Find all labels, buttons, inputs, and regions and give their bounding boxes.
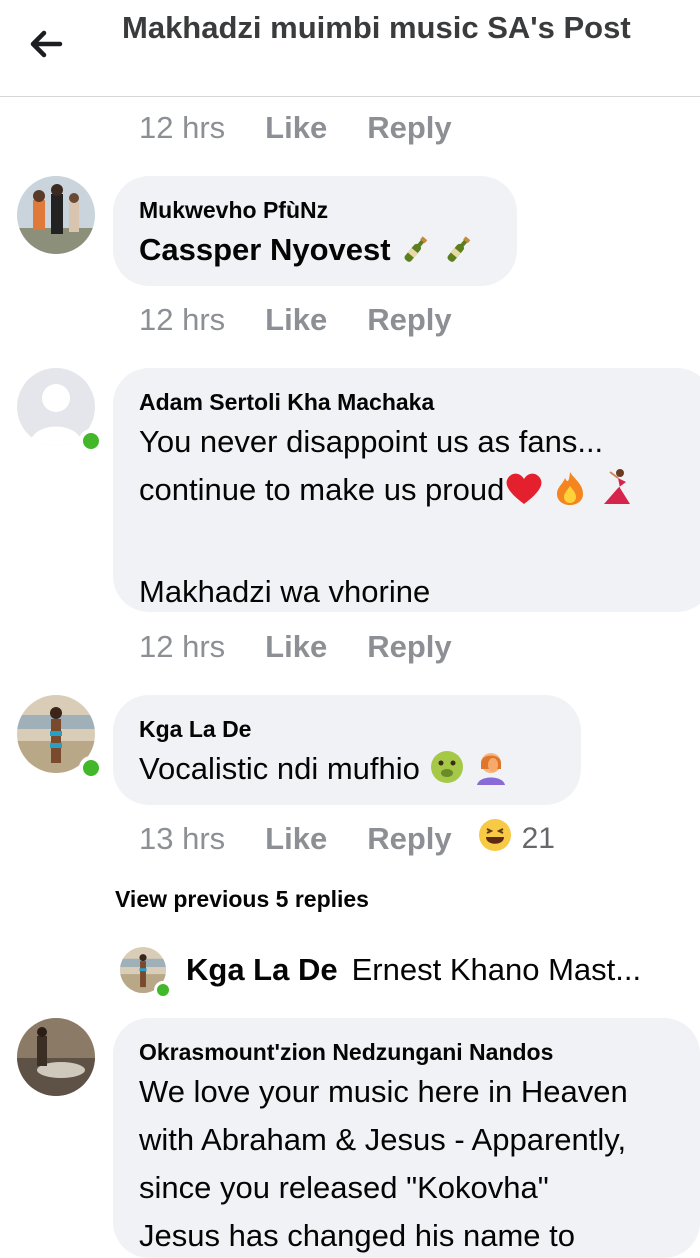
comment-text-line: since you released "Kokovha" [139,1170,549,1205]
comment-author[interactable]: Adam Sertoli Kha Machaka [139,388,687,416]
comment-text: Cassper Nyovest [139,227,491,278]
comment-text-line: You never disappoint us as fans... [139,424,604,459]
comment-actions: 12 hrs Like Reply [139,300,492,340]
page-title: Makhadzi muimbi music SA's Post [122,10,631,45]
avatar[interactable] [17,176,95,254]
reaction-count: 21 [521,822,555,855]
comment-actions: 12 hrs Like Reply [139,108,492,148]
avatar[interactable] [17,1018,95,1096]
comment-text-line: Jesus has changed his name to [139,1218,575,1253]
reply-button[interactable]: Reply [367,302,451,338]
woman-facepalming-icon [473,749,509,797]
dancer-icon [596,468,636,518]
like-button[interactable]: Like [265,629,327,665]
reply-text: Ernest Khano Mast... [351,952,642,987]
comment-text-line: We love your music here in Heaven [139,1074,628,1109]
comment-actions: 12 hrs Like Reply [139,627,492,667]
comment-text: Vocalistic ndi mufhio [139,746,555,797]
comment-bubble[interactable]: Mukwevho PfùNz Cassper Nyovest [113,176,517,286]
reply-author[interactable]: Kga La De [186,952,338,988]
online-status-dot [79,429,103,453]
comment-author[interactable]: Okrasmount'zion Nedzungani Nandos [139,1038,674,1066]
like-button[interactable]: Like [265,110,327,146]
online-status-dot [79,756,103,780]
comment-bubble[interactable]: Adam Sertoli Kha Machaka You never disap… [113,368,700,612]
comment-time: 13 hrs [139,821,226,856]
reply-preview[interactable]: Kga La De Ernest Khano Mast... [120,940,680,1000]
comment-time: 12 hrs [139,110,226,145]
comment-bubble[interactable]: Kga La De Vocalistic ndi mufhio [113,695,581,805]
comment-actions: 13 hrs Like Reply 21 [139,819,555,859]
post-header: Makhadzi muimbi music SA's Post [0,0,700,97]
bottle-with-popping-cork-icon [442,232,476,278]
comment-time: 12 hrs [139,629,226,664]
reply-button[interactable]: Reply [367,629,451,665]
red-heart-icon [504,470,544,518]
nauseated-face-icon [429,749,465,797]
like-button[interactable]: Like [265,302,327,338]
comment-author[interactable]: Mukwevho PfùNz [139,196,491,224]
like-button[interactable]: Like [265,821,327,857]
view-previous-replies-link[interactable]: View previous 5 replies [115,886,369,913]
comment-author[interactable]: Kga La De [139,715,555,743]
reaction-summary[interactable]: 21 [478,818,555,860]
reply-button[interactable]: Reply [367,110,451,146]
reply-button[interactable]: Reply [367,821,451,857]
online-status-dot [154,981,172,999]
comment-time: 12 hrs [139,302,226,337]
laughing-face-icon [478,818,512,860]
comment-bubble[interactable]: Okrasmount'zion Nedzungani Nandos We lov… [113,1018,700,1258]
avatar[interactable] [120,947,172,999]
comment-text-line: Makhadzi wa vhorine [139,574,431,609]
comment-text-line: continue to make us proud [139,467,687,518]
bottle-with-popping-cork-icon [399,232,433,278]
fire-icon [553,470,587,518]
back-button[interactable] [24,22,68,66]
arrow-left-icon [30,30,63,58]
comment-text-line: with Abraham & Jesus - Apparently, [139,1122,627,1157]
